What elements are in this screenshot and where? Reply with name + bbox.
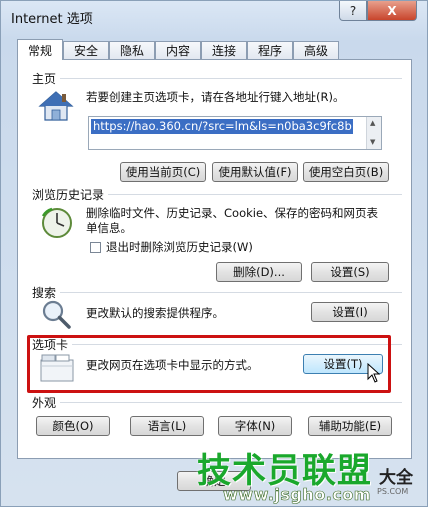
close-button[interactable]: X: [367, 1, 417, 21]
homepage-description: 若要创建主页选项卡，请在各地址行键入地址(R)。: [86, 90, 345, 104]
languages-button[interactable]: 语言(L): [130, 416, 204, 436]
tab-general[interactable]: 常规: [17, 39, 63, 60]
window-title: Internet 选项: [11, 12, 93, 27]
tab-advanced[interactable]: 高级: [293, 41, 339, 59]
appearance-title: 外观: [32, 394, 61, 411]
scroll-up-icon: ▲: [370, 119, 376, 127]
history-description: 删除临时文件、历史记录、Cookie、保存的密码和网页表单信息。: [86, 206, 379, 235]
tab-privacy[interactable]: 隐私: [109, 41, 155, 59]
scroll-down-icon: ▼: [370, 138, 376, 146]
colors-button[interactable]: 颜色(O): [36, 416, 110, 436]
tab-content[interactable]: 内容: [155, 41, 201, 59]
tab-connections[interactable]: 连接: [201, 41, 247, 59]
mouse-cursor-icon: [367, 362, 381, 386]
use-blank-button[interactable]: 使用空白页(B): [303, 162, 389, 182]
tab-security[interactable]: 安全: [63, 41, 109, 59]
tabs-section-highlight: [27, 335, 391, 393]
watermark-side-text: 大全: [379, 468, 413, 488]
homepage-title: 主页: [32, 70, 61, 87]
history-title: 浏览历史记录: [32, 186, 109, 203]
magnifier-icon: [40, 298, 72, 333]
watermark-url: www.jsgho.com: [223, 485, 371, 505]
search-description: 更改默认的搜索提供程序。: [86, 306, 224, 320]
search-settings-button[interactable]: 设置(I): [311, 302, 389, 322]
homepage-url-text: https://hao.360.cn/?src=lm&ls=n0ba3c9fc8…: [91, 119, 353, 134]
history-clock-icon: [40, 206, 74, 243]
title-bar: Internet 选项 ? X: [1, 1, 427, 31]
use-default-button[interactable]: 使用默认值(F): [212, 162, 298, 182]
tab-programs[interactable]: 程序: [247, 41, 293, 59]
delete-on-exit-label: 退出时删除浏览历史记录(W): [106, 240, 253, 254]
internet-options-dialog: Internet 选项 ? X 常规 安全 隐私 内容 连接 程序 高级 主页 …: [0, 0, 428, 507]
homepage-url-textarea[interactable]: https://hao.360.cn/?src=lm&ls=n0ba3c9fc8…: [88, 116, 382, 150]
delete-history-button[interactable]: 删除(D)...: [216, 262, 302, 282]
house-icon: [38, 90, 74, 125]
use-current-page-button[interactable]: 使用当前页(C): [120, 162, 206, 182]
appearance-divider: [32, 402, 402, 403]
url-scrollbar[interactable]: ▲ ▼: [366, 117, 381, 149]
history-settings-button[interactable]: 设置(S): [311, 262, 389, 282]
delete-on-exit-checkbox[interactable]: [90, 242, 101, 253]
watermark-small-text: PS.COM: [377, 487, 409, 496]
accessibility-button[interactable]: 辅助功能(E): [308, 416, 392, 436]
help-button[interactable]: ?: [339, 1, 367, 21]
general-tab-panel: 主页 若要创建主页选项卡，请在各地址行键入地址(R)。 https://hao.…: [17, 59, 412, 459]
fonts-button[interactable]: 字体(N): [218, 416, 292, 436]
homepage-divider: [32, 78, 402, 79]
search-divider: [32, 292, 402, 293]
